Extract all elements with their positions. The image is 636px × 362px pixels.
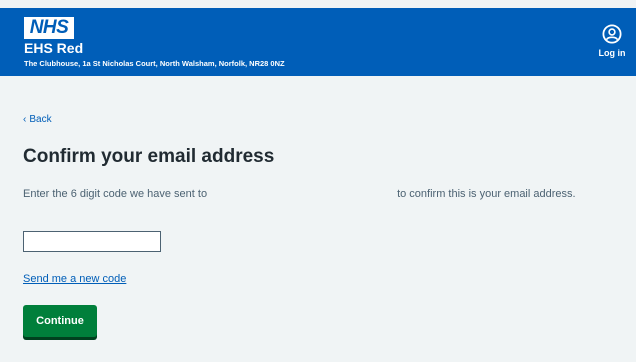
back-label: Back — [29, 114, 52, 125]
instruction-text: Enter the 6 digit code we have sent to to… — [23, 185, 623, 203]
verification-code-input[interactable] — [23, 231, 161, 252]
page-title: Confirm your email address — [23, 146, 275, 167]
chevron-left-icon: ‹ — [23, 114, 27, 125]
login-label: Log in — [598, 48, 626, 58]
instruction-part-2: to confirm this is your email address. — [397, 188, 576, 200]
site-header: NHS EHS Red The Clubhouse, 1a St Nichola… — [0, 8, 636, 76]
continue-button[interactable]: Continue — [23, 305, 97, 337]
instruction-part-1: Enter the 6 digit code we have sent to — [23, 188, 208, 200]
nhs-logo[interactable]: NHS — [24, 17, 74, 39]
login-button[interactable]: Log in — [594, 24, 630, 59]
organisation-address: The Clubhouse, 1a St Nicholas Court, Nor… — [24, 59, 285, 68]
user-circle-icon — [594, 24, 630, 44]
back-link[interactable]: ‹ Back — [23, 114, 52, 126]
organisation-name: EHS Red — [24, 40, 84, 56]
resend-code-link[interactable]: Send me a new code — [23, 272, 126, 286]
